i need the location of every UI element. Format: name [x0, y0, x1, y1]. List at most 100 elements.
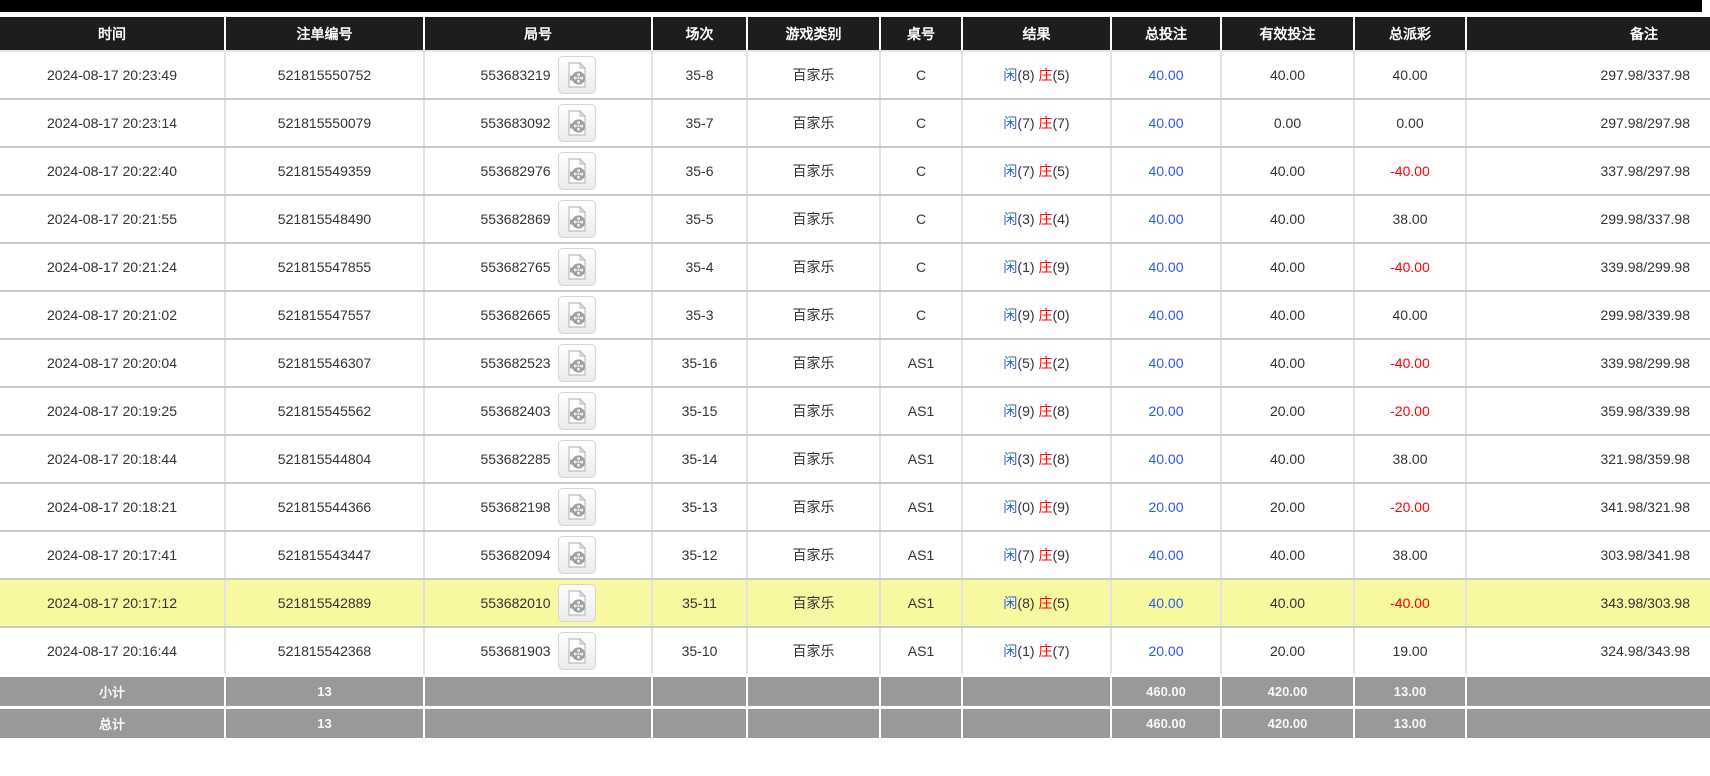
cell-payout: 38.00 [1354, 531, 1467, 580]
video-replay-button[interactable] [557, 632, 596, 670]
total-bet-link[interactable]: 40.00 [1148, 355, 1183, 371]
cell-remark: 341.98/321.98 [1466, 483, 1710, 532]
cell-session: 35-13 [652, 483, 748, 532]
video-file-icon [567, 254, 586, 280]
result-banker-label: 庄 [1038, 547, 1053, 563]
round-number: 553682403 [480, 403, 551, 419]
bet-history-table: 时间 注单编号 局号 场次 游戏类别 桌号 结果 总投注 有效投注 总派彩 备注… [0, 17, 1710, 738]
result-player-score: (3) [1017, 211, 1035, 227]
cell-remark: 324.98/343.98 [1466, 627, 1710, 677]
cell-session: 35-6 [652, 147, 748, 196]
video-replay-button[interactable] [557, 56, 596, 94]
video-replay-button[interactable] [557, 584, 596, 622]
table-row: 2024-08-17 20:21:55 521815548490 5536828… [0, 195, 1710, 244]
cell-payout: -40.00 [1354, 147, 1467, 196]
cell-time: 2024-08-17 20:17:41 [0, 531, 226, 580]
cell-round: 553681903 [424, 627, 653, 677]
cell-total-bet: 40.00 [1111, 435, 1222, 484]
video-file-icon [567, 62, 586, 88]
cell-valid-bet: 40.00 [1221, 531, 1355, 580]
cell-time: 2024-08-17 20:18:21 [0, 483, 226, 532]
video-file-icon [567, 110, 586, 136]
cell-bet-id: 521815542368 [225, 627, 425, 677]
col-time: 时间 [0, 17, 226, 52]
total-payout: 13.00 [1354, 706, 1467, 738]
video-replay-button[interactable] [557, 536, 596, 574]
table-row: 2024-08-17 20:21:02 521815547557 5536826… [0, 291, 1710, 340]
payout-value: -20.00 [1390, 499, 1430, 515]
cell-remark: 297.98/297.98 [1466, 99, 1710, 148]
cell-bet-id: 521815548490 [225, 195, 425, 244]
video-replay-button[interactable] [557, 248, 596, 286]
cell-remark: 299.98/337.98 [1466, 195, 1710, 244]
round-number: 553683219 [480, 67, 551, 83]
video-replay-button[interactable] [557, 152, 596, 190]
cell-session: 35-3 [652, 291, 748, 340]
cell-game-type: 百家乐 [747, 339, 881, 388]
result-player-label: 闲 [1003, 451, 1018, 467]
cell-bet-id: 521815544804 [225, 435, 425, 484]
total-bet-link[interactable]: 20.00 [1148, 499, 1183, 515]
total-bet-link[interactable]: 40.00 [1148, 211, 1183, 227]
result-player-label: 闲 [1003, 595, 1018, 611]
round-number: 553682765 [480, 259, 551, 275]
table-body: 2024-08-17 20:23:49 521815550752 5536832… [0, 51, 1710, 677]
col-total-bet: 总投注 [1111, 17, 1222, 52]
payout-value: 40.00 [1392, 67, 1428, 83]
video-replay-button[interactable] [557, 488, 596, 526]
cell-session: 35-5 [652, 195, 748, 244]
cell-result: 闲(8) 庄(5) [962, 579, 1112, 628]
result-player-label: 闲 [1003, 643, 1018, 659]
result-player-score: (5) [1017, 355, 1035, 371]
col-round: 局号 [424, 17, 653, 52]
total-valid-bet: 420.00 [1221, 706, 1355, 738]
total-bet-link[interactable]: 20.00 [1148, 643, 1183, 659]
video-file-icon [567, 302, 586, 328]
table-row: 2024-08-17 20:23:14 521815550079 5536830… [0, 99, 1710, 148]
video-replay-button[interactable] [557, 392, 596, 430]
total-bet-link[interactable]: 20.00 [1148, 403, 1183, 419]
cell-payout: 40.00 [1354, 51, 1467, 100]
cell-total-bet: 40.00 [1111, 339, 1222, 388]
total-bet-link[interactable]: 40.00 [1148, 307, 1183, 323]
total-bet-link[interactable]: 40.00 [1148, 451, 1183, 467]
result-banker-label: 庄 [1038, 211, 1053, 227]
cell-valid-bet: 20.00 [1221, 387, 1355, 436]
col-payout: 总派彩 [1354, 17, 1467, 52]
cell-round: 553682403 [424, 387, 653, 436]
total-bet-link[interactable]: 40.00 [1148, 67, 1183, 83]
cell-total-bet: 40.00 [1111, 531, 1222, 580]
cell-bet-id: 521815550752 [225, 51, 425, 100]
video-replay-button[interactable] [557, 200, 596, 238]
payout-value: -20.00 [1390, 403, 1430, 419]
total-bet-link[interactable]: 40.00 [1148, 115, 1183, 131]
cell-remark: 339.98/299.98 [1466, 243, 1710, 292]
round-number: 553682010 [480, 595, 551, 611]
video-replay-button[interactable] [557, 104, 596, 142]
col-remark: 备注 [1466, 17, 1710, 52]
video-replay-button[interactable] [557, 440, 596, 478]
cell-time: 2024-08-17 20:16:44 [0, 627, 226, 677]
cell-game-type: 百家乐 [747, 195, 881, 244]
total-bet-link[interactable]: 40.00 [1148, 595, 1183, 611]
total-bet-link[interactable]: 40.00 [1148, 547, 1183, 563]
subtotal-payout: 13.00 [1354, 674, 1467, 708]
cell-round: 553682285 [424, 435, 653, 484]
cell-remark: 321.98/359.98 [1466, 435, 1710, 484]
cell-session: 35-15 [652, 387, 748, 436]
video-file-icon [567, 206, 586, 232]
result-banker-label: 庄 [1038, 307, 1053, 323]
result-banker-label: 庄 [1038, 115, 1053, 131]
cell-table: C [880, 147, 963, 196]
result-player-score: (3) [1017, 451, 1035, 467]
table-row: 2024-08-17 20:19:25 521815545562 5536824… [0, 387, 1710, 436]
cell-remark: 297.98/337.98 [1466, 51, 1710, 100]
cell-payout: 19.00 [1354, 627, 1467, 677]
cell-result: 闲(3) 庄(4) [962, 195, 1112, 244]
total-bet-link[interactable]: 40.00 [1148, 259, 1183, 275]
cell-total-bet: 40.00 [1111, 147, 1222, 196]
cell-payout: 0.00 [1354, 99, 1467, 148]
video-replay-button[interactable] [557, 296, 596, 334]
video-replay-button[interactable] [557, 344, 596, 382]
total-bet-link[interactable]: 40.00 [1148, 163, 1183, 179]
